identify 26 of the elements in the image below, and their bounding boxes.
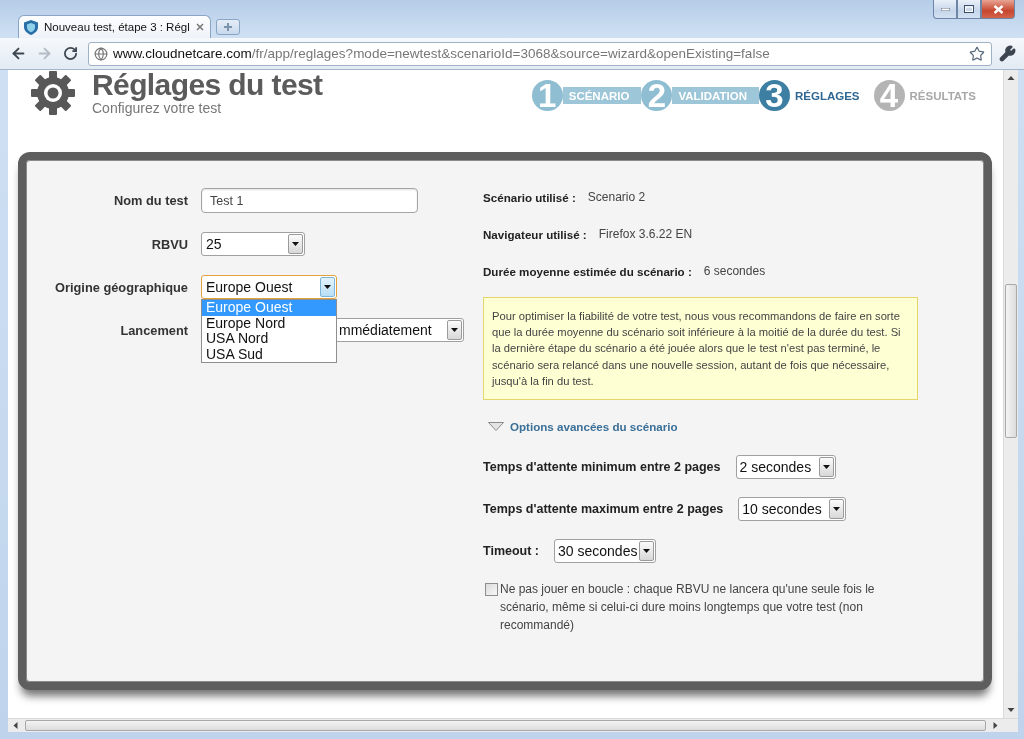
field-label: Lancement [120, 322, 188, 338]
option-label: Timeout : [483, 544, 540, 558]
info-value: Firefox 3.6.22 EN [598, 227, 693, 241]
info-value: Scenario 2 [587, 190, 646, 204]
step-label: RÉGLAGES [794, 88, 861, 104]
step-number: 1 [531, 80, 563, 111]
checkbox-label: Ne pas jouer en boucle : chaque RBVU ne lancera qu'une seule fois le scénario, même si celui-ci dure moins longtemps que votre test (non recommandé) [500, 581, 876, 634]
step-label: SCÉNARIO [562, 87, 642, 104]
step-number: 2 [641, 80, 673, 111]
url-host: www.cloudnetcare.com [113, 46, 252, 61]
step-number: 3 [759, 80, 790, 111]
info-value: 6 secondes [703, 264, 766, 278]
step-label: RÉSULTATS [908, 88, 977, 104]
info-label: Navigateur utilisé : [483, 227, 587, 241]
field-label: RBVU [151, 236, 188, 252]
info-label: Durée moyenne estimée du scénario : [483, 264, 692, 278]
step-label: VALIDATION [672, 87, 759, 104]
notice-box: Pour optimiser la fiabilité de votre test, nous vous recommandons de faire en sorte que la durée moyenne du scénario soit inférieure à la moitié de la durée du test. Si la dernière étape du scénario a été jouée alors que le test n'est pas terminé, le scénario sera relancé dans une nouvelle session, autant de fois que nécessaire, jusqu'à la fin du test. [483, 297, 918, 400]
option-label: Temps d'attente maximum entre 2 pages [483, 502, 724, 516]
step-number: 4 [873, 80, 905, 111]
info-label: Scénario utilisé : [483, 190, 576, 204]
field-label: Nom du test [114, 193, 188, 208]
option-label: Temps d'attente minimum entre 2 pages [483, 460, 721, 474]
url-path: /fr/app/reglages?mode=newtest&scenarioId=3068&source=wizard&openExisting=false [251, 46, 770, 61]
field-label: Origine géographique [55, 279, 188, 295]
page-subtitle: Configurez votre test [92, 100, 223, 116]
